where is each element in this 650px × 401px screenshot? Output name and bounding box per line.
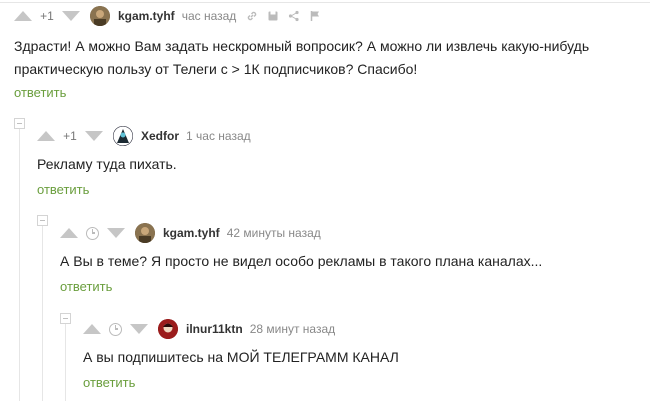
comment-text: А Вы в теме? Я просто не видел особо рек… — [60, 253, 543, 269]
collapse-button-level-2[interactable] — [37, 215, 48, 226]
upvote-icon[interactable] — [60, 228, 78, 238]
reply-link[interactable]: ответить — [14, 85, 66, 100]
comment-header: ilnur11ktn 28 минут назад — [83, 319, 335, 339]
comment-text: Рекламу туда пихать. — [37, 156, 177, 172]
collapse-button-level-1[interactable] — [14, 118, 25, 129]
avatar[interactable] — [158, 319, 178, 339]
downvote-icon[interactable] — [62, 11, 80, 21]
clock-icon — [109, 322, 122, 336]
reply-link[interactable]: ответить — [37, 182, 89, 197]
comment-text: Здрасти! А можно Вам задать нескромный в… — [14, 38, 590, 77]
thread-line-level-1 — [19, 128, 20, 401]
upvote-icon[interactable] — [83, 324, 101, 334]
clock-icon — [86, 226, 99, 240]
rating: +1 — [63, 129, 77, 143]
top-divider — [0, 2, 650, 3]
reply-link[interactable]: ответить — [83, 375, 135, 390]
vote-controls — [60, 226, 125, 240]
comment-time[interactable]: 1 час назад — [186, 129, 251, 143]
author-name[interactable]: kgam.tyhf — [163, 226, 220, 240]
comment-header: kgam.tyhf 42 минуты назад — [60, 223, 321, 243]
downvote-icon[interactable] — [107, 228, 125, 238]
reply-link[interactable]: ответить — [60, 279, 112, 294]
downvote-icon[interactable] — [130, 324, 148, 334]
link-icon[interactable] — [246, 10, 258, 22]
author-name[interactable]: kgam.tyhf — [118, 9, 175, 23]
comment-text: А вы подпишитесь на МОЙ ТЕЛЕГРАММ КАНАЛ — [83, 349, 399, 365]
author-name[interactable]: ilnur11ktn — [186, 322, 243, 336]
report-flag-icon[interactable] — [309, 10, 321, 22]
upvote-icon[interactable] — [14, 11, 32, 21]
comment-time[interactable]: 42 минуты назад — [227, 226, 321, 240]
downvote-icon[interactable] — [85, 131, 103, 141]
author-name[interactable]: Xedfor — [141, 129, 179, 143]
vote-controls: +1 — [14, 9, 80, 23]
thread-line-level-3 — [65, 322, 66, 401]
thread-line-level-2 — [42, 225, 43, 401]
comment-tools — [246, 10, 321, 22]
vote-controls — [83, 322, 148, 336]
avatar[interactable] — [90, 6, 110, 26]
comment-time[interactable]: 28 минут назад — [250, 322, 335, 336]
comment-header: +1 kgam.tyhf час назад — [14, 6, 321, 26]
save-icon[interactable] — [267, 10, 279, 22]
vote-controls: +1 — [37, 129, 103, 143]
avatar[interactable] — [135, 223, 155, 243]
collapse-button-level-3[interactable] — [60, 313, 71, 324]
comment-header: +1 Xedfor 1 час назад — [37, 126, 251, 146]
avatar[interactable] — [113, 126, 133, 146]
comment-time[interactable]: час назад — [182, 9, 237, 23]
share-icon[interactable] — [288, 10, 300, 22]
upvote-icon[interactable] — [37, 131, 55, 141]
rating: +1 — [40, 9, 54, 23]
